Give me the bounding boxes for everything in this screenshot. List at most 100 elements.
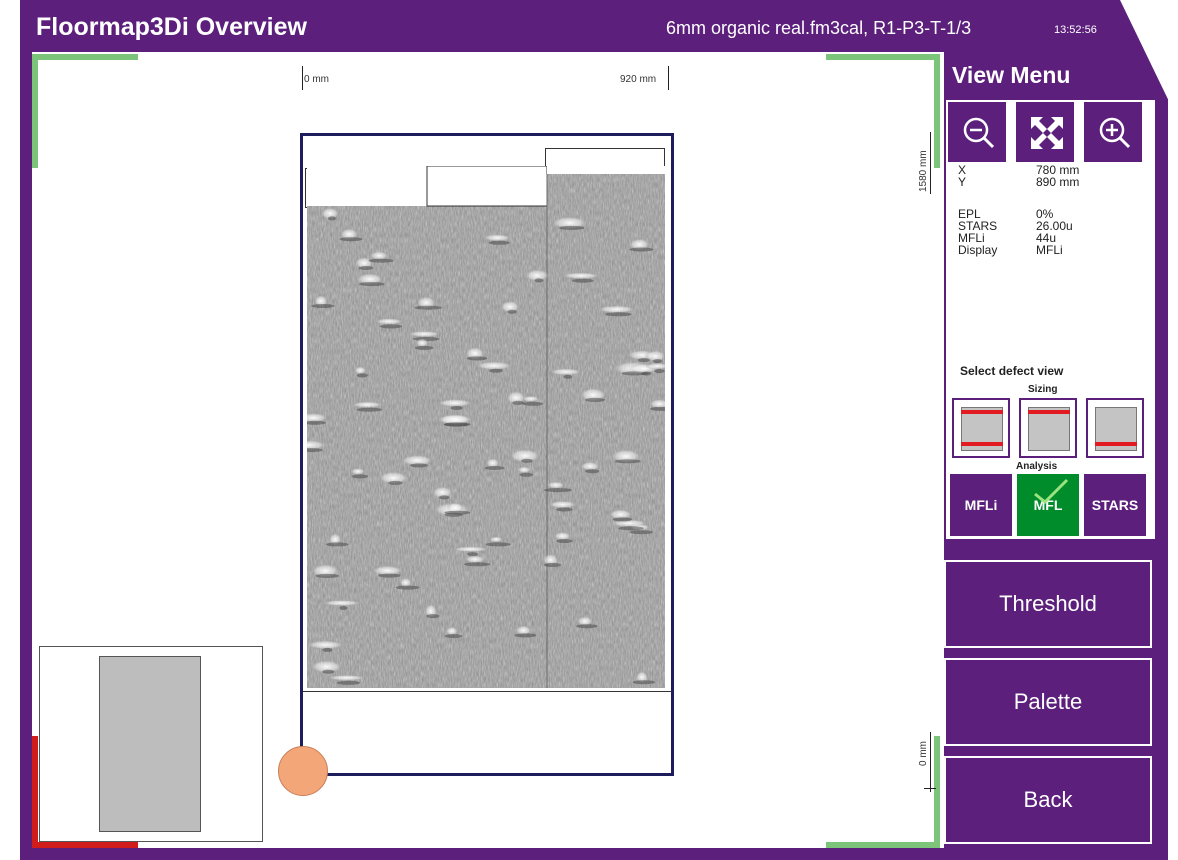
top-ruler: 0 mm 920 mm — [302, 66, 682, 90]
defect-shadow — [325, 542, 349, 547]
defect-shadow — [484, 466, 505, 470]
view-menu-title: View Menu — [952, 62, 1071, 88]
defect-shadow — [379, 324, 403, 329]
defect-shadow — [563, 374, 573, 379]
fit-to-screen-button[interactable] — [1014, 100, 1076, 164]
defect-shadow — [629, 530, 653, 535]
defect-shadow — [426, 614, 440, 619]
defect-indication — [521, 395, 540, 403]
corner-marker-bottom-right — [826, 842, 938, 848]
threshold-button[interactable]: Threshold — [944, 560, 1152, 648]
defect-indication — [560, 272, 602, 280]
corner-marker-top-right — [826, 54, 938, 60]
defect-shadow — [358, 266, 374, 270]
file-info: 6mm organic real.fm3cal, R1-P3-T-1/3 — [666, 18, 972, 38]
defect-shadow — [629, 247, 654, 252]
defect-indication — [325, 674, 368, 681]
analysis-mfli-button[interactable]: MFLi — [950, 474, 1012, 536]
ruler-end-label: 920 mm — [620, 74, 657, 85]
zoom-in-button[interactable] — [1082, 100, 1144, 164]
sizing-top-edge-button[interactable] — [1019, 398, 1077, 458]
defect-indication — [320, 599, 363, 607]
defect-shadow — [556, 539, 573, 544]
scan-area[interactable] — [300, 133, 674, 776]
defect-shadow — [614, 459, 641, 464]
ruler-bottom-label: 0 mm — [918, 741, 929, 766]
fit-to-screen-icon — [1031, 117, 1063, 149]
defect-indication — [595, 305, 638, 314]
defect-view-title: Select defect view — [960, 364, 1064, 378]
sizing-label: Sizing — [1028, 384, 1058, 395]
top-edge-marker — [961, 410, 1003, 414]
mfl-scan-image[interactable] — [307, 166, 665, 688]
defect-shadow — [641, 371, 652, 376]
defect-shadow — [512, 400, 524, 405]
top-edge-marker — [1028, 410, 1070, 414]
defect-shadow — [654, 369, 665, 374]
palette-button[interactable]: Palette — [944, 658, 1152, 746]
defect-shadow — [585, 397, 606, 402]
defect-indication — [350, 467, 366, 476]
analysis-label: Analysis — [1016, 461, 1058, 472]
defect-shadow — [388, 480, 403, 485]
readout-display: Display MFLi — [958, 243, 1063, 257]
defect-shadow — [336, 680, 361, 685]
defect-indication — [464, 555, 486, 564]
analysis-mfl-button[interactable]: MFL — [1017, 474, 1079, 536]
minimap[interactable] — [39, 646, 263, 842]
defect-shadow — [444, 510, 471, 515]
defect-shadow — [315, 573, 340, 578]
defect-indication — [547, 500, 578, 509]
defect-shadow — [356, 407, 383, 412]
defect-shadow — [322, 647, 333, 652]
defect-shadow — [572, 278, 594, 283]
defect-indication — [545, 481, 566, 489]
sizing-both-edges-button[interactable] — [952, 398, 1010, 458]
info-panel: X 780 mm Y 890 mm EPL 0% STARS 26.00u MFLi 44… — [944, 98, 1157, 541]
defect-shadow — [514, 633, 537, 638]
defect-shadow — [652, 359, 663, 364]
bottom-edge-marker — [961, 442, 1003, 446]
defect-indication — [350, 401, 385, 409]
title-bar: Floormap3Di Overview 6mm organic real.fm… — [20, 0, 1168, 52]
defect-shadow — [556, 507, 573, 512]
defect-indication — [482, 233, 513, 242]
analysis-stars-button[interactable]: STARS — [1084, 474, 1146, 536]
defect-indication — [451, 546, 491, 553]
defect-shadow — [414, 305, 443, 310]
defect-shadow — [534, 278, 544, 283]
minimap-viewport — [99, 656, 201, 832]
corner-marker-top-left — [32, 54, 138, 60]
defect-shadow — [466, 356, 488, 361]
corner-marker-bottom-left-vertical — [32, 736, 38, 848]
defect-shadow — [359, 282, 385, 287]
zoom-in-icon — [1099, 117, 1131, 149]
defect-shadow — [489, 368, 503, 373]
back-button[interactable]: Back — [944, 756, 1152, 844]
ruler-top-label: 1580 mm — [918, 150, 929, 192]
defect-shadow — [521, 458, 533, 463]
defect-shadow — [558, 225, 585, 230]
corner-marker-top-right-vertical — [934, 54, 940, 168]
defect-shadow — [378, 573, 401, 578]
defect-shadow — [410, 463, 428, 468]
defect-shadow — [522, 401, 544, 406]
defect-indication — [489, 536, 504, 543]
sizing-bottom-edge-button[interactable] — [1086, 398, 1144, 458]
defect-shadow — [339, 237, 363, 242]
bottom-edge-marker — [1095, 442, 1137, 446]
defect-indication — [548, 368, 583, 376]
corner-marker-top-left-vertical — [32, 54, 38, 168]
defect-shadow — [519, 472, 533, 477]
ruler-start-label: 0 mm — [304, 74, 329, 85]
defect-shadow — [439, 495, 450, 500]
defect-shadow — [356, 373, 368, 378]
defect-indication — [373, 318, 405, 325]
defect-indication — [435, 398, 474, 408]
zoom-out-button[interactable] — [946, 100, 1008, 164]
defect-shadow — [485, 542, 511, 547]
readout-y: Y 890 mm — [958, 175, 1080, 189]
defect-shadow — [351, 474, 369, 479]
app-window: Floormap3Di Overview 6mm organic real.fm… — [0, 0, 1178, 860]
floormap-view[interactable]: 0 mm 920 mm 1580 mm 0 mm — [32, 52, 944, 848]
